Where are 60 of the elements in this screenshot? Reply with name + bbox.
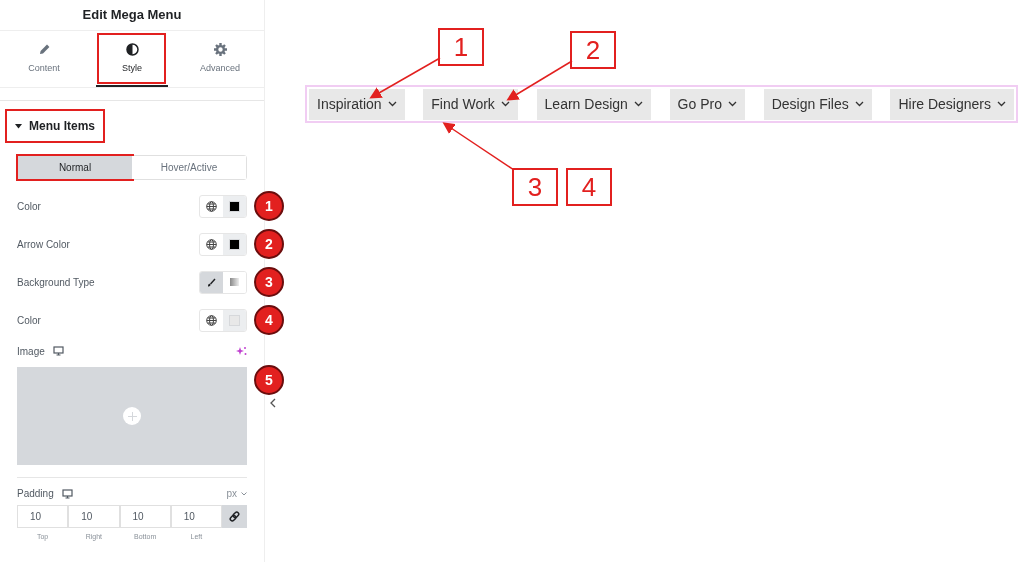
gear-icon xyxy=(213,42,227,56)
contrast-icon xyxy=(125,42,139,56)
globe-icon xyxy=(206,200,217,212)
chevron-down-icon xyxy=(241,491,247,496)
number-badge: 2 xyxy=(254,229,284,259)
brush-icon xyxy=(207,277,216,287)
menu-item[interactable]: Hire Designers xyxy=(890,88,1014,120)
monitor-icon xyxy=(61,488,73,499)
panel-tab[interactable]: Content xyxy=(0,31,88,87)
plus-icon xyxy=(127,411,137,421)
panel-title: Edit Mega Menu xyxy=(81,6,183,24)
control-label: Background Type xyxy=(17,275,95,290)
chevron-down-icon xyxy=(633,101,643,107)
state-tab[interactable]: Hover/Active xyxy=(132,156,246,179)
chevron-down-icon xyxy=(727,101,737,107)
number-badge: 3 xyxy=(254,267,284,297)
monitor-icon xyxy=(52,346,64,356)
section-header[interactable]: Menu Items xyxy=(7,111,103,141)
padding-input[interactable]: 10 xyxy=(68,505,120,528)
chevron-down-icon xyxy=(500,101,510,107)
arrow xyxy=(369,57,441,99)
padding-input[interactable]: 10 xyxy=(17,505,69,528)
state-tab[interactable]: Normal xyxy=(18,156,132,179)
menu-item[interactable]: Inspiration xyxy=(309,88,405,120)
link-icon xyxy=(229,511,240,522)
collapse-chevron-icon[interactable] xyxy=(269,398,277,408)
number-badge: 1 xyxy=(254,191,284,221)
chevron-down-icon xyxy=(387,101,397,107)
callout-number: 2 xyxy=(570,31,616,69)
panel-tab[interactable]: Advanced xyxy=(176,31,264,87)
arrow xyxy=(506,60,573,101)
number-badge: 5 xyxy=(254,365,284,395)
padding-input[interactable]: 10 xyxy=(119,505,171,528)
menu-item[interactable]: Go Pro xyxy=(669,88,745,120)
globe-icon xyxy=(206,238,217,250)
globe-icon xyxy=(206,314,217,326)
color-picker[interactable] xyxy=(199,308,247,332)
brush-button[interactable] xyxy=(200,271,223,293)
chevron-down-icon xyxy=(997,101,1006,107)
control-label: Arrow Color xyxy=(17,237,70,252)
control-label: Image xyxy=(17,344,45,359)
callout-number: 4 xyxy=(566,168,612,206)
callout-number: 3 xyxy=(512,168,558,206)
menu-item[interactable]: Find Work xyxy=(423,88,518,120)
caret-down-icon xyxy=(15,123,22,129)
color-picker[interactable] xyxy=(199,194,247,218)
padding-input[interactable]: 10 xyxy=(170,505,222,528)
control-label: Padding xyxy=(17,487,54,501)
chevron-down-icon xyxy=(854,101,864,107)
menu-item[interactable]: Learn Design xyxy=(536,88,651,120)
number-badge: 4 xyxy=(254,305,284,335)
gradient-icon xyxy=(230,278,239,286)
link-values-button[interactable] xyxy=(222,505,247,528)
callout-number: 1 xyxy=(438,28,484,66)
control-label: Color xyxy=(17,199,41,214)
color-picker[interactable] xyxy=(199,232,247,256)
pencil-icon xyxy=(37,42,51,56)
control-label: Color xyxy=(17,313,41,328)
sparkle-icon[interactable] xyxy=(236,346,247,356)
menu-item[interactable]: Design Files xyxy=(763,88,872,120)
